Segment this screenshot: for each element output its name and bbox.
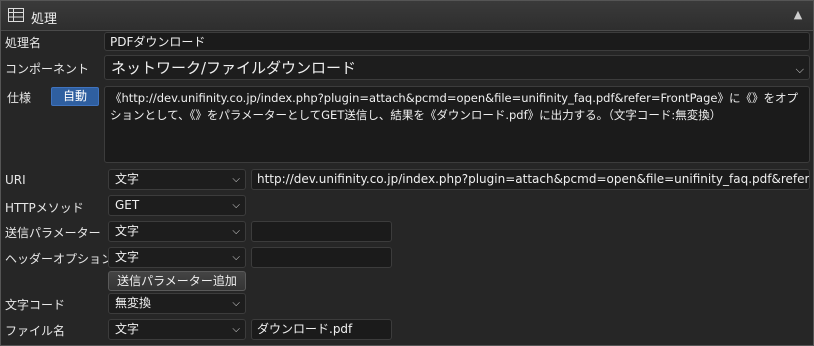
charset-select[interactable]: 無変換 ⌵ (108, 293, 246, 314)
auto-badge[interactable]: 自動 (51, 87, 99, 106)
chevron-up-icon[interactable]: ▲ (791, 6, 805, 21)
filename-type-value: 文字 (115, 322, 140, 336)
process-name-input[interactable]: PDFダウンロード (104, 32, 810, 51)
component-value: ネットワーク/ファイルダウンロード (111, 59, 357, 77)
panel-header[interactable]: 処理 ▲ (1, 1, 813, 31)
panel-title: 処理 (31, 12, 58, 27)
header-option-input[interactable] (251, 247, 392, 268)
chevron-down-icon: ⌵ (232, 252, 240, 263)
chevron-down-icon: ⌵ (232, 174, 240, 185)
charset-value: 無変換 (115, 296, 152, 310)
header-option-type-value: 文字 (115, 250, 140, 264)
uri-label: URI (5, 173, 26, 187)
filename-type-select[interactable]: 文字 ⌵ (108, 319, 246, 340)
table-icon (8, 8, 24, 22)
filename-label: ファイル名 (5, 324, 66, 338)
uri-type-select[interactable]: 文字 ⌵ (108, 169, 246, 190)
process-panel: 処理 ▲ 処理名 PDFダウンロード コンポーネント ネットワーク/ファイルダウ… (0, 0, 814, 346)
chevron-down-icon: ⌵ (232, 200, 240, 211)
chevron-down-icon: ⌵ (232, 298, 240, 309)
chevron-down-icon: ⌵ (232, 226, 240, 237)
http-method-select[interactable]: GET ⌵ (108, 195, 246, 216)
uri-type-value: 文字 (115, 172, 140, 186)
component-select[interactable]: ネットワーク/ファイルダウンロード ⌵ (104, 55, 810, 80)
component-label: コンポーネント (5, 62, 90, 76)
uri-input[interactable]: http://dev.unifinity.co.jp/index.php?plu… (251, 169, 810, 190)
charset-label: 文字コード (5, 298, 66, 312)
header-option-type-select[interactable]: 文字 ⌵ (108, 247, 246, 268)
spec-label: 仕様 (7, 91, 32, 105)
send-params-input[interactable] (251, 221, 392, 242)
method-label: HTTPメソッド (5, 201, 84, 215)
header-option-label: ヘッダーオプション (5, 252, 114, 266)
add-send-param-button[interactable]: 送信パラメーター追加 (108, 271, 246, 291)
send-params-type-select[interactable]: 文字 ⌵ (108, 221, 246, 242)
chevron-down-icon: ⌵ (232, 324, 240, 335)
send-params-label: 送信パラメーター (5, 226, 101, 240)
filename-input[interactable]: ダウンロード.pdf (251, 319, 392, 340)
chevron-down-icon: ⌵ (795, 63, 804, 76)
http-method-value: GET (115, 198, 140, 212)
send-params-type-value: 文字 (115, 224, 140, 238)
spec-text: 《http://dev.unifinity.co.jp/index.php?pl… (104, 86, 810, 163)
name-label: 処理名 (5, 36, 42, 50)
